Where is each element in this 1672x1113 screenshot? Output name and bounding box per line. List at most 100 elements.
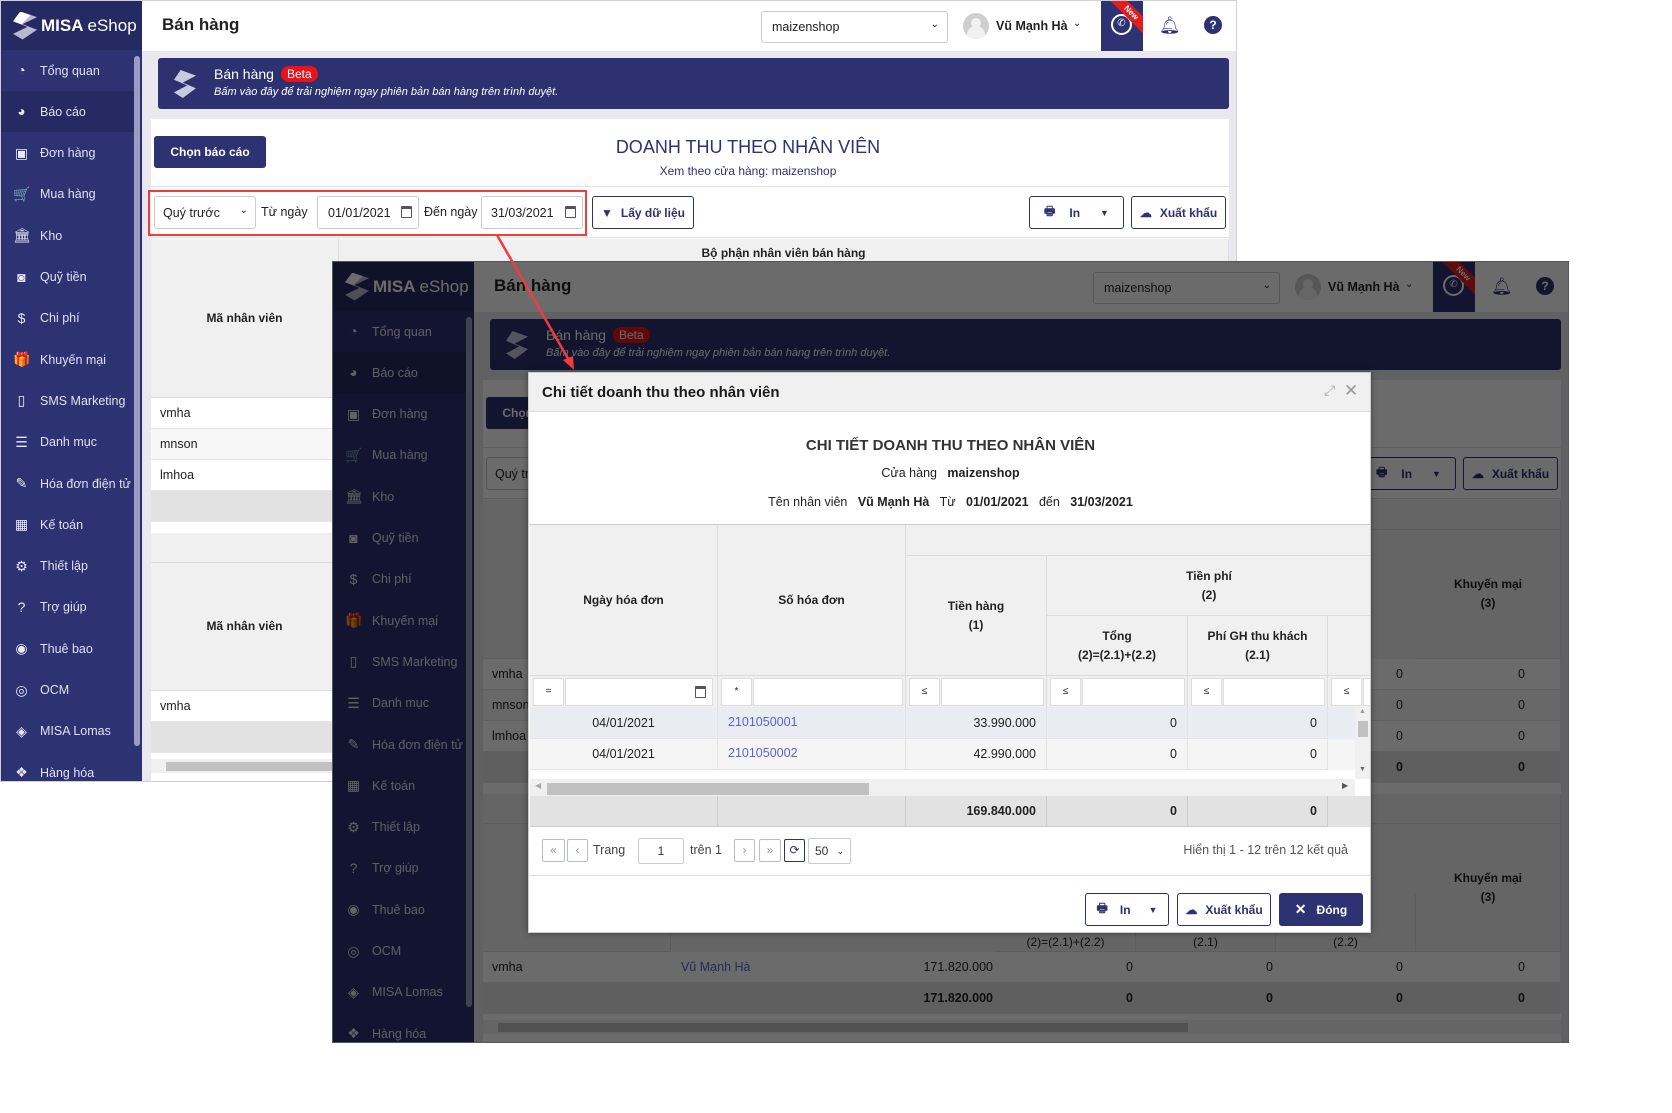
print-button[interactable]: 🖶 In ▼	[1029, 196, 1124, 229]
sidebar-item-17[interactable]: ◈ MISA Lomas	[1, 711, 134, 752]
sidebar-scrollbar[interactable]	[466, 317, 472, 1007]
sidebar-item-4[interactable]: 🛒 Mua hàng	[1, 174, 134, 215]
caret-down-icon[interactable]: ▼	[1100, 208, 1109, 218]
filter-operator[interactable]: ≤	[1191, 678, 1222, 706]
column-header-goods[interactable]: Tiền hàng (1)	[906, 556, 1047, 676]
sidebar-item-17[interactable]: ◈ MISA Lomas	[333, 972, 466, 1013]
sidebar-item-9[interactable]: ▯ SMS Marketing	[333, 641, 466, 682]
invoice-filter-input[interactable]	[753, 678, 903, 706]
sidebar-item-4[interactable]: 🛒 Mua hàng	[333, 435, 466, 476]
sidebar-item-9[interactable]: ▯ SMS Marketing	[1, 380, 134, 421]
filter-operator[interactable]: *	[721, 678, 752, 706]
sidebar-item-10[interactable]: ☰ Danh mục	[333, 683, 466, 724]
sidebar-item-7[interactable]: $ Chi phí	[333, 559, 466, 600]
scrollbar-thumb[interactable]	[498, 1023, 1188, 1032]
vertical-scrollbar[interactable]: ▲ ▼	[1355, 707, 1370, 779]
close-dialog-button[interactable]: ✕ Đóng	[1279, 893, 1363, 926]
sidebar-scrollbar[interactable]	[134, 56, 140, 746]
horizontal-scrollbar[interactable]	[483, 1020, 1561, 1034]
misa-eshop-logo[interactable]: MISA eShop	[333, 262, 474, 311]
hotline-button[interactable]: ✆ New	[1101, 1, 1143, 51]
sidebar-item-15[interactable]: ◉ Thuê bao	[333, 889, 466, 930]
scroll-up-icon[interactable]: ▲	[1359, 708, 1366, 715]
column-header-fee-total[interactable]: Tổng (2)=(2.1)+(2.2)	[1047, 616, 1188, 676]
filter-operator[interactable]: =	[533, 678, 564, 706]
date-filter-input[interactable]	[565, 678, 713, 706]
caret-down-icon[interactable]: ▼	[1432, 469, 1441, 479]
store-select[interactable]: maizenshop ⌄	[1093, 272, 1280, 304]
avatar[interactable]	[1295, 274, 1321, 300]
sidebar-item-14[interactable]: ? Trợ giúp	[333, 848, 466, 889]
refresh-icon[interactable]: ⟳	[784, 839, 805, 862]
sidebar-item-16[interactable]: ◎ OCM	[333, 931, 466, 972]
table-row-selected[interactable]: 04/01/2021 2101050001 33.990.000 0 0	[530, 707, 1355, 739]
sidebar-item-11[interactable]: ✎ Hóa đơn điện tử	[333, 724, 466, 765]
misa-eshop-logo[interactable]: MISA eShop	[1, 1, 142, 50]
help-icon[interactable]: ?	[1204, 16, 1222, 34]
dialog-print-button[interactable]: 🖶 In ▼	[1085, 893, 1169, 926]
column-header-invoice[interactable]: Số hóa đơn	[718, 525, 906, 676]
last-page-button[interactable]: »	[759, 839, 781, 862]
scroll-right-icon[interactable]: ▶	[1342, 781, 1348, 790]
fetch-data-button[interactable]: ▼ Lấy dữ liệu	[592, 196, 694, 229]
hotline-button[interactable]: ✆ New	[1433, 262, 1475, 312]
scroll-down-icon[interactable]: ▼	[1359, 766, 1366, 773]
prev-page-button[interactable]: ‹	[567, 839, 588, 862]
bell-icon[interactable]: 🔔︎	[1491, 277, 1513, 297]
sidebar-item-6[interactable]: ◙ Quỹ tiền	[333, 518, 466, 559]
first-page-button[interactable]: «	[542, 839, 565, 862]
chevron-down-icon[interactable]: ⌄	[1073, 18, 1081, 29]
fee-total-filter-input[interactable]	[1082, 678, 1185, 706]
web-sales-banner[interactable]: Bán hàng Beta Bấm vào đây để trải nghiệm…	[158, 58, 1229, 109]
horizontal-scrollbar[interactable]: ◀ ▶	[530, 779, 1355, 796]
sidebar-item-2[interactable]: ◕ Báo cáo	[333, 352, 466, 394]
user-name[interactable]: Vũ Mạnh Hà	[1328, 280, 1400, 294]
sidebar-item-16[interactable]: ◎ OCM	[1, 670, 134, 711]
sidebar-item-18[interactable]: ❖ Hàng hóa	[1, 752, 134, 781]
filter-operator[interactable]: ≤	[909, 678, 940, 706]
close-icon[interactable]: ✕	[1344, 381, 1358, 401]
bell-icon[interactable]: 🔔︎	[1159, 16, 1181, 36]
next-filter-input[interactable]	[1363, 678, 1370, 706]
calendar-icon[interactable]	[695, 686, 706, 698]
web-sales-banner[interactable]: Bán hàng Beta Bấm vào đây để trải nghiệm…	[490, 319, 1561, 370]
sidebar-item-1[interactable]: ◔ Tổng quan	[1, 50, 134, 91]
filter-operator[interactable]: ≤	[1331, 678, 1362, 706]
expand-icon[interactable]: ⤢	[1324, 382, 1335, 399]
sidebar-item-13[interactable]: ⚙ Thiết lập	[333, 807, 466, 848]
column-header-next[interactable]	[1328, 616, 1370, 676]
sidebar-item-13[interactable]: ⚙ Thiết lập	[1, 546, 134, 587]
export-button[interactable]: ☁ Xuất khẩu	[1131, 196, 1226, 229]
sidebar-item-1[interactable]: ◔ Tổng quan	[333, 311, 466, 352]
sidebar-item-11[interactable]: ✎ Hóa đơn điện tử	[1, 463, 134, 504]
employee-name-link[interactable]: Vũ Mạnh Hà	[681, 960, 750, 974]
sidebar-item-6[interactable]: ◙ Quỹ tiền	[1, 257, 134, 298]
sidebar-item-10[interactable]: ☰ Danh mục	[1, 422, 134, 463]
table-row[interactable]: vmha Vũ Mạnh Hà 171.820.000 0 0 0 0	[483, 952, 1561, 983]
page-input[interactable]: 1	[638, 838, 684, 864]
column-header-date[interactable]: Ngày hóa đơn	[530, 525, 718, 676]
scrollbar-thumb[interactable]	[1358, 721, 1368, 737]
sidebar-item-8[interactable]: 🎁 Khuyến mại	[333, 600, 466, 641]
avatar[interactable]	[963, 13, 989, 39]
user-name[interactable]: Vũ Mạnh Hà	[996, 19, 1068, 33]
page-size-select[interactable]: 50 ⌄	[808, 838, 851, 864]
sidebar-item-8[interactable]: 🎁 Khuyến mại	[1, 339, 134, 380]
sidebar-item-3[interactable]: ▣ Đơn hàng	[333, 394, 466, 435]
sidebar-item-5[interactable]: 🏛 Kho	[1, 215, 134, 256]
invoice-number-link[interactable]: 2101050002	[718, 739, 906, 770]
invoice-number-link[interactable]: 2101050001	[718, 707, 906, 739]
sidebar-item-14[interactable]: ? Trợ giúp	[1, 587, 134, 628]
column-header-fee-delivery[interactable]: Phí GH thu khách (2.1)	[1188, 616, 1328, 676]
chevron-down-icon[interactable]: ⌄	[1405, 279, 1413, 290]
scroll-left-icon[interactable]: ◀	[535, 781, 541, 790]
sidebar-item-18[interactable]: ❖ Hàng hóa	[333, 1013, 466, 1042]
store-select[interactable]: maizenshop ⌄	[761, 11, 948, 43]
sidebar-item-2[interactable]: ◕ Báo cáo	[1, 91, 134, 133]
help-icon[interactable]: ?	[1536, 277, 1554, 295]
goods-filter-input[interactable]	[941, 678, 1044, 706]
table-row[interactable]: 04/01/2021 2101050002 42.990.000 0 0	[530, 739, 1355, 770]
sidebar-item-5[interactable]: 🏛 Kho	[333, 476, 466, 517]
sidebar-item-15[interactable]: ◉ Thuê bao	[1, 628, 134, 669]
sidebar-item-7[interactable]: $ Chi phí	[1, 298, 134, 339]
